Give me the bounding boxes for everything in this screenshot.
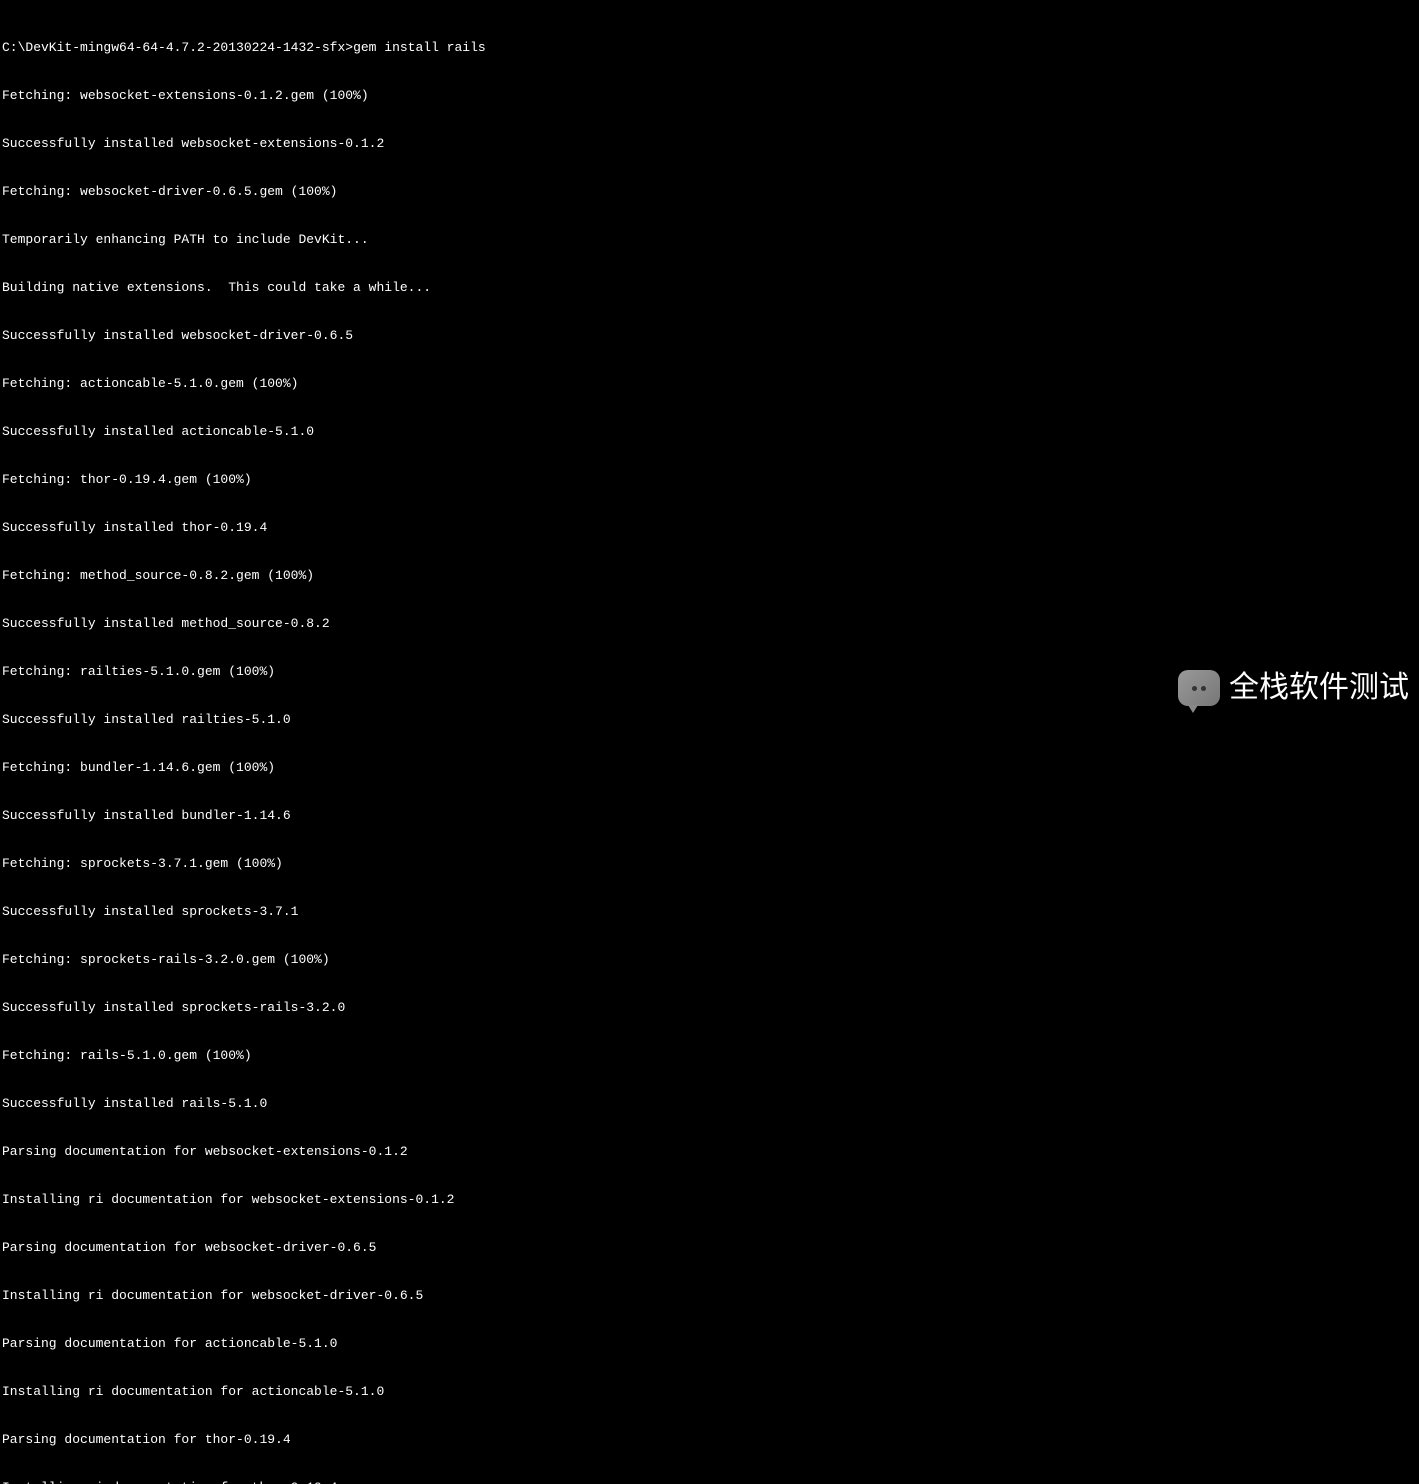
terminal-line: Fetching: websocket-driver-0.6.5.gem (10… bbox=[2, 184, 1417, 200]
terminal-line: Installing ri documentation for websocke… bbox=[2, 1192, 1417, 1208]
terminal-line: Successfully installed method_source-0.8… bbox=[2, 616, 1417, 632]
terminal-line: Successfully installed websocket-extensi… bbox=[2, 136, 1417, 152]
wechat-icon bbox=[1175, 664, 1223, 712]
terminal-line: Successfully installed rails-5.1.0 bbox=[2, 1096, 1417, 1112]
terminal-line: Successfully installed actioncable-5.1.0 bbox=[2, 424, 1417, 440]
watermark-text: 全栈软件测试 bbox=[1229, 680, 1409, 696]
terminal-line: Fetching: sprockets-3.7.1.gem (100%) bbox=[2, 856, 1417, 872]
terminal-line: Successfully installed sprockets-3.7.1 bbox=[2, 904, 1417, 920]
terminal-line: Installing ri documentation for websocke… bbox=[2, 1288, 1417, 1304]
terminal-line: Fetching: thor-0.19.4.gem (100%) bbox=[2, 472, 1417, 488]
terminal-line: Parsing documentation for websocket-exte… bbox=[2, 1144, 1417, 1160]
terminal-line: Installing ri documentation for actionca… bbox=[2, 1384, 1417, 1400]
command-text: gem install rails bbox=[353, 40, 486, 55]
terminal-line: Successfully installed sprockets-rails-3… bbox=[2, 1000, 1417, 1016]
terminal-line: Building native extensions. This could t… bbox=[2, 280, 1417, 296]
terminal-line: Temporarily enhancing PATH to include De… bbox=[2, 232, 1417, 248]
terminal-line: Successfully installed websocket-driver-… bbox=[2, 328, 1417, 344]
terminal-line: Fetching: method_source-0.8.2.gem (100%) bbox=[2, 568, 1417, 584]
terminal-line: Fetching: bundler-1.14.6.gem (100%) bbox=[2, 760, 1417, 776]
terminal-prompt-line: C:\DevKit-mingw64-64-4.7.2-20130224-1432… bbox=[2, 40, 1417, 56]
terminal-line: Installing ri documentation for thor-0.1… bbox=[2, 1480, 1417, 1484]
terminal-output[interactable]: C:\DevKit-mingw64-64-4.7.2-20130224-1432… bbox=[0, 0, 1419, 1484]
terminal-line: Fetching: actioncable-5.1.0.gem (100%) bbox=[2, 376, 1417, 392]
terminal-line: Fetching: sprockets-rails-3.2.0.gem (100… bbox=[2, 952, 1417, 968]
terminal-line: Fetching: websocket-extensions-0.1.2.gem… bbox=[2, 88, 1417, 104]
watermark: 全栈软件测试 bbox=[1175, 664, 1409, 712]
terminal-line: Parsing documentation for websocket-driv… bbox=[2, 1240, 1417, 1256]
terminal-line: Parsing documentation for actioncable-5.… bbox=[2, 1336, 1417, 1352]
terminal-line: Successfully installed thor-0.19.4 bbox=[2, 520, 1417, 536]
terminal-line: Fetching: rails-5.1.0.gem (100%) bbox=[2, 1048, 1417, 1064]
terminal-line: Parsing documentation for thor-0.19.4 bbox=[2, 1432, 1417, 1448]
prompt-text: C:\DevKit-mingw64-64-4.7.2-20130224-1432… bbox=[2, 40, 353, 55]
terminal-line: Successfully installed railties-5.1.0 bbox=[2, 712, 1417, 728]
terminal-line: Successfully installed bundler-1.14.6 bbox=[2, 808, 1417, 824]
